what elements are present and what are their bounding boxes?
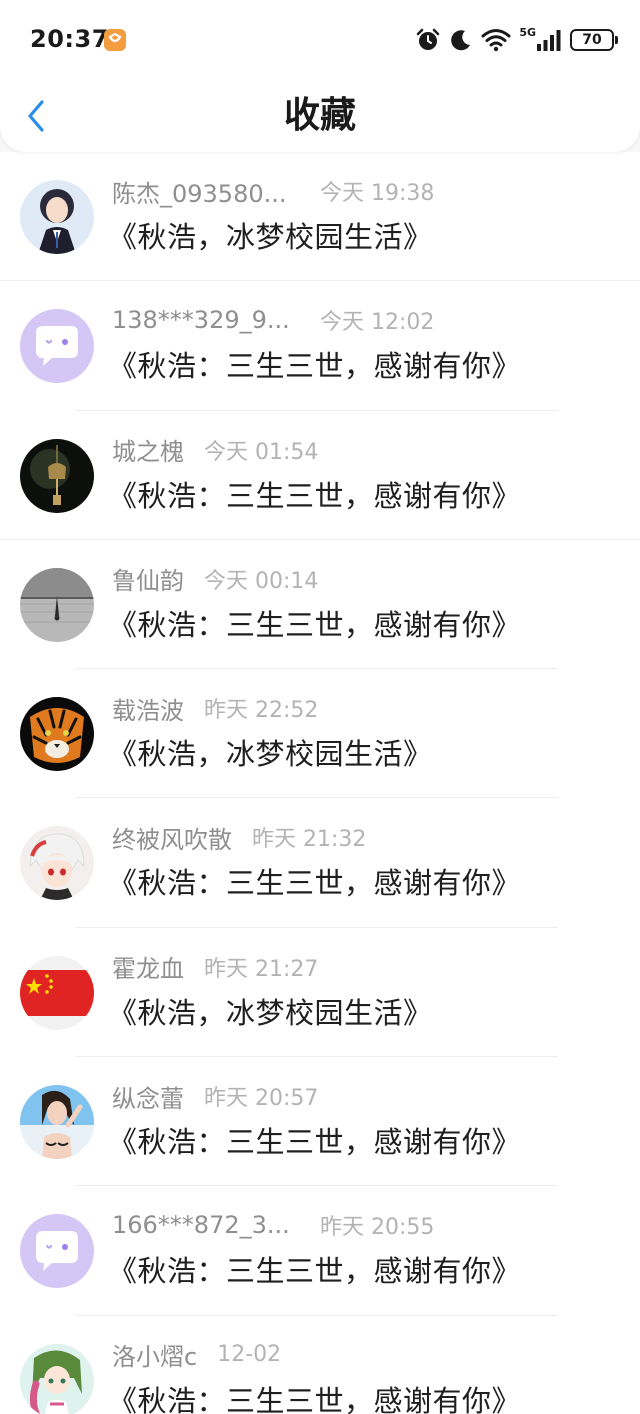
- item-meta: 138***329_9... 今天 12:02: [112, 303, 434, 337]
- avatar: [20, 697, 94, 772]
- status-icons: 5G 70: [415, 26, 618, 54]
- item-meta: 霍龙血 昨天 21:27: [112, 950, 318, 984]
- signal-icon: [537, 30, 561, 51]
- avatar: [20, 826, 94, 901]
- book-title[interactable]: 《秋浩：三生三世，感谢有你》: [108, 473, 521, 515]
- username[interactable]: 载浩波: [112, 691, 184, 726]
- item-meta: 166***872_3... 昨天 20:55: [112, 1208, 434, 1242]
- list-item[interactable]: 霍龙血 昨天 21:27 《秋浩，冰梦校园生活》: [0, 928, 640, 1058]
- book-title[interactable]: 《秋浩：三生三世，感谢有你》: [108, 1378, 521, 1414]
- book-title[interactable]: 《秋浩：三生三世，感谢有你》: [108, 860, 521, 902]
- item-meta: 终被风吹散 昨天 21:32: [112, 820, 366, 854]
- item-meta: 鲁仙韵 今天 00:14: [112, 562, 318, 596]
- book-title[interactable]: 《秋浩：三生三世，感谢有你》: [108, 1248, 521, 1290]
- status-time: 20:37: [30, 25, 109, 53]
- battery-icon: 70: [570, 29, 618, 51]
- list-item[interactable]: 138***329_9... 今天 12:02 《秋浩：三生三世，感谢有你》: [0, 281, 640, 411]
- avatar: [20, 309, 94, 384]
- username[interactable]: 138***329_9...: [112, 306, 300, 334]
- list-item[interactable]: 城之槐 今天 01:54 《秋浩：三生三世，感谢有你》: [0, 411, 640, 541]
- book-title[interactable]: 《秋浩，冰梦校园生活》: [108, 214, 433, 256]
- avatar: [20, 438, 94, 513]
- timestamp: 今天 12:02: [320, 310, 435, 336]
- timestamp: 昨天 20:55: [320, 1215, 435, 1241]
- username[interactable]: 霍龙血: [112, 949, 184, 984]
- timestamp: 今天 19:38: [320, 181, 435, 206]
- username[interactable]: 城之槐: [112, 432, 184, 467]
- book-title[interactable]: 《秋浩：三生三世，感谢有你》: [108, 1119, 521, 1161]
- alarm-icon: [417, 28, 440, 50]
- username[interactable]: 陈杰_093580...: [112, 174, 300, 209]
- username[interactable]: 纵念蕾: [112, 1079, 184, 1114]
- list-item[interactable]: 陈杰_093580... 今天 19:38 《秋浩，冰梦校园生活》: [0, 152, 640, 282]
- timestamp: 今天 01:54: [204, 439, 319, 465]
- default-avatar-icon: [20, 309, 94, 384]
- favorites-list: 陈杰_093580... 今天 19:38 《秋浩，冰梦校园生活》 138***…: [0, 152, 640, 1414]
- username[interactable]: 166***872_3...: [112, 1211, 300, 1239]
- timestamp: 昨天 21:32: [252, 827, 367, 853]
- item-meta: 纵念蕾 昨天 20:57: [112, 1079, 318, 1113]
- username[interactable]: 洛小熠c: [112, 1337, 197, 1372]
- list-item[interactable]: 166***872_3... 昨天 20:55 《秋浩：三生三世，感谢有你》: [0, 1186, 640, 1316]
- list-item[interactable]: 载浩波 昨天 22:52 《秋浩，冰梦校园生活》: [0, 669, 640, 799]
- list-item[interactable]: 终被风吹散 昨天 21:32 《秋浩：三生三世，感谢有你》: [0, 798, 640, 929]
- book-title[interactable]: 《秋浩：三生三世，感谢有你》: [108, 343, 521, 385]
- item-meta: 载浩波 昨天 22:52: [112, 691, 318, 725]
- list-item[interactable]: 鲁仙韵 今天 00:14 《秋浩：三生三世，感谢有你》: [0, 540, 640, 670]
- default-avatar-icon: [20, 1214, 94, 1289]
- username[interactable]: 鲁仙韵: [112, 561, 184, 596]
- username[interactable]: 终被风吹散: [112, 820, 232, 855]
- item-meta: 洛小熠c 12-02: [112, 1338, 281, 1372]
- timestamp: 今天 00:14: [204, 568, 319, 594]
- item-meta: 城之槐 今天 01:54: [112, 433, 318, 467]
- avatar: [20, 1343, 94, 1414]
- network-label: 5G: [519, 26, 536, 39]
- status-bar: 20:37 5G 70: [0, 0, 640, 80]
- battery-level: 70: [582, 32, 602, 48]
- avatar: [20, 955, 94, 1030]
- book-title[interactable]: 《秋浩，冰梦校园生活》: [108, 990, 433, 1032]
- timestamp: 昨天 22:52: [204, 698, 319, 724]
- list-item[interactable]: 纵念蕾 昨天 20:57 《秋浩：三生三世，感谢有你》: [0, 1057, 640, 1187]
- moon-icon: [451, 30, 471, 51]
- item-meta: 陈杰_093580... 今天 19:38: [112, 174, 434, 208]
- avatar: [20, 180, 94, 254]
- header: 20:37 5G 70 收藏: [0, 0, 640, 152]
- avatar: [20, 567, 94, 642]
- list-item[interactable]: 洛小熠c 12-02 《秋浩：三生三世，感谢有你》: [0, 1316, 640, 1414]
- app-badge-icon: [104, 29, 126, 51]
- avatar: [20, 1085, 94, 1160]
- book-title[interactable]: 《秋浩：三生三世，感谢有你》: [108, 602, 521, 644]
- page-title: 收藏: [283, 95, 356, 136]
- nav-bar: 收藏: [0, 80, 640, 152]
- timestamp: 昨天 20:57: [204, 1086, 319, 1112]
- timestamp: 12-02: [217, 1342, 282, 1368]
- book-title[interactable]: 《秋浩，冰梦校园生活》: [108, 731, 433, 773]
- wifi-icon: [481, 29, 511, 52]
- timestamp: 昨天 21:27: [204, 956, 319, 982]
- avatar: [20, 1214, 94, 1289]
